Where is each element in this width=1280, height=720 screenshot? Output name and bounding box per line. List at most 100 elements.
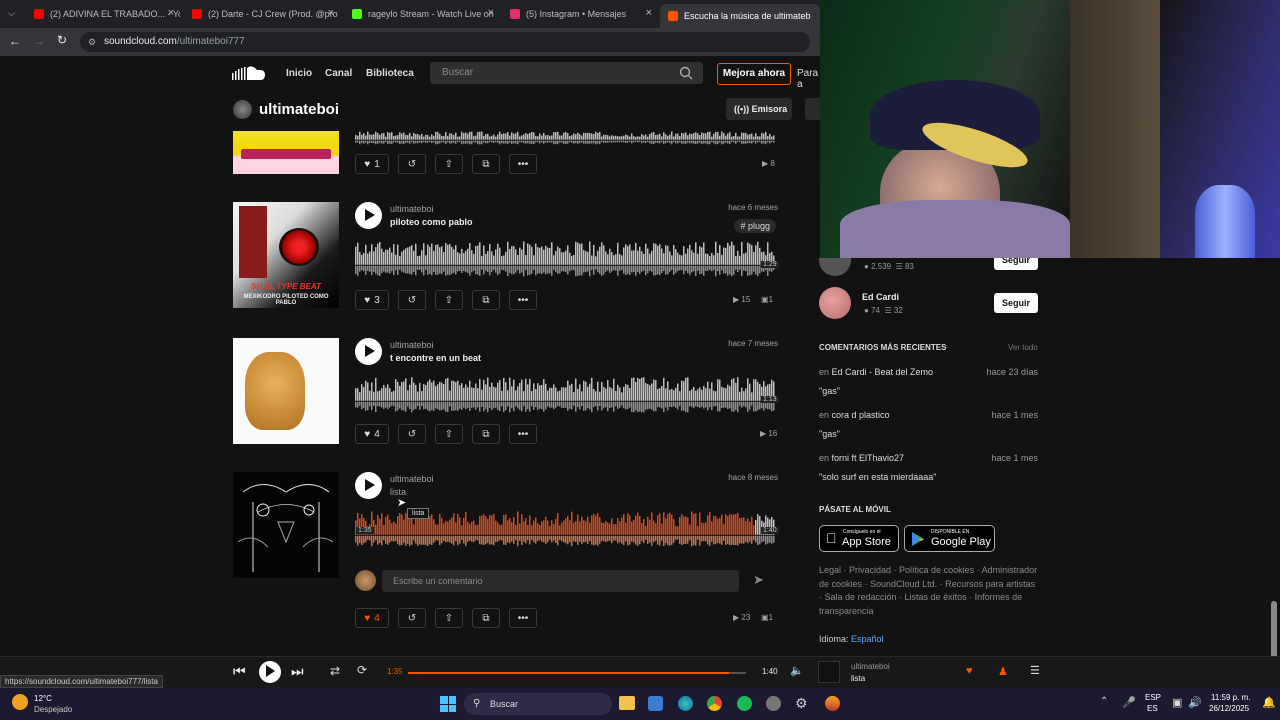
send-icon[interactable]: ➤: [753, 572, 764, 588]
close-icon[interactable]: ×: [488, 7, 494, 19]
close-icon[interactable]: ×: [328, 7, 334, 19]
like-button-active[interactable]: ♥ 4: [355, 608, 389, 628]
weather-temp[interactable]: 12°C: [34, 694, 52, 703]
comment-input[interactable]: Escribe un comentario: [382, 570, 739, 592]
comment-track[interactable]: en forni ft ElThavio27: [819, 453, 904, 463]
now-playing-title[interactable]: lista: [851, 674, 865, 683]
tab-instagram[interactable]: (5) Instagram • Mensajes ×: [502, 4, 658, 24]
more-button[interactable]: •••: [509, 154, 537, 174]
clock-date[interactable]: 26/12/2025: [1209, 704, 1249, 713]
comment-track-name[interactable]: forni ft ElThavio27: [832, 453, 905, 463]
upgrade-button[interactable]: Mejora ahora: [717, 63, 791, 85]
copy-link-button[interactable]: ⧉: [472, 154, 500, 174]
suggested-avatar[interactable]: [819, 287, 851, 319]
soundcloud-logo-icon[interactable]: [232, 65, 266, 81]
footer-links[interactable]: Legal · Privacidad · Política de cookies…: [819, 564, 1039, 618]
waveform[interactable]: [355, 376, 775, 416]
suggested-name[interactable]: Ed Cardi: [862, 292, 899, 302]
follow-artist-icon[interactable]: ♟: [998, 665, 1008, 678]
share-button[interactable]: ⇧: [435, 424, 463, 444]
url-field[interactable]: ⚙ soundcloud.com/ultimateboi777: [80, 32, 810, 52]
notification-icon[interactable]: 🔔: [1262, 696, 1276, 709]
microphone-icon[interactable]: 🎤: [1122, 696, 1136, 709]
language-link[interactable]: Español: [851, 634, 884, 644]
profile-avatar[interactable]: [233, 100, 252, 119]
waveform-partial[interactable]: [355, 131, 775, 145]
nav-biblioteca[interactable]: Biblioteca: [366, 68, 414, 79]
chrome-icon[interactable]: [707, 696, 722, 711]
weather-desc[interactable]: Despejado: [34, 705, 72, 714]
store-icon[interactable]: [648, 696, 663, 711]
network-icon[interactable]: ▣: [1172, 696, 1182, 709]
close-icon[interactable]: ×: [168, 7, 174, 19]
next-icon[interactable]: ⏭: [291, 663, 304, 680]
app-icon[interactable]: [825, 696, 840, 711]
google-play-button[interactable]: DISPONIBLE EN Google Play: [904, 525, 995, 552]
queue-icon[interactable]: ☰: [1030, 664, 1040, 677]
like-current-icon[interactable]: ♥: [966, 665, 973, 677]
edge-icon[interactable]: [678, 696, 693, 711]
tab-search-chevron-icon[interactable]: ⌵: [8, 8, 15, 19]
repost-button[interactable]: ↺: [398, 154, 426, 174]
tray-chevron-icon[interactable]: ⌃: [1100, 696, 1108, 707]
shuffle-icon[interactable]: ⇄: [330, 664, 340, 678]
tab-kick[interactable]: rageylo Stream - Watch Live on ×: [344, 4, 500, 24]
nav-more[interactable]: Para a: [797, 68, 820, 90]
now-playing-artist[interactable]: ultimateboi: [851, 662, 890, 671]
taskbar-search[interactable]: ⚲ Buscar: [464, 693, 612, 715]
back-arrow-icon[interactable]: ←: [9, 34, 21, 48]
comment-track[interactable]: en cora d plastico: [819, 410, 890, 420]
track-artwork[interactable]: SH EL TYPE BEAT MEXIKODRO PILOTED COMO P…: [233, 202, 339, 308]
share-button[interactable]: ⇧: [435, 154, 463, 174]
comment-track-name[interactable]: cora d plastico: [832, 410, 890, 420]
repost-button[interactable]: ↺: [398, 608, 426, 628]
station-button[interactable]: ((•)) Emisora: [726, 98, 792, 120]
repost-button[interactable]: ↺: [398, 424, 426, 444]
weather-icon[interactable]: [12, 694, 28, 710]
search-icon[interactable]: [679, 66, 693, 80]
comment-track[interactable]: en Ed Cardi - Beat del Zemo: [819, 367, 933, 377]
nav-inicio[interactable]: Inicio: [286, 68, 312, 79]
lang-primary[interactable]: ESP: [1145, 693, 1161, 702]
more-button[interactable]: •••: [509, 608, 537, 628]
tab-youtube-1[interactable]: (2) ADIVINA EL TRABADO... - Yo ×: [26, 4, 180, 24]
tab-youtube-2[interactable]: (2) Darte - CJ Crew (Prod. @pro ×: [184, 4, 340, 24]
repeat-icon[interactable]: ⟳: [357, 663, 367, 677]
previous-icon[interactable]: ⏮: [233, 663, 246, 680]
now-playing-art[interactable]: [818, 661, 840, 683]
nav-canal[interactable]: Canal: [325, 68, 352, 79]
forward-arrow-icon[interactable]: →: [33, 34, 45, 48]
track-artwork[interactable]: [233, 338, 339, 444]
comment-track-name[interactable]: Ed Cardi - Beat del Zemo: [832, 367, 934, 377]
follow-profile-button[interactable]: [805, 98, 820, 120]
track-art-partial[interactable]: [233, 131, 339, 174]
close-icon[interactable]: ×: [646, 7, 652, 19]
lang-secondary[interactable]: ES: [1147, 704, 1158, 713]
file-explorer-icon[interactable]: [619, 696, 635, 710]
like-button[interactable]: ♥ 4: [355, 424, 389, 444]
clock-time[interactable]: 11:59 p. m.: [1211, 693, 1250, 702]
waveform[interactable]: [355, 240, 775, 280]
app-store-button[interactable]:  Consíguelo en el App Store: [819, 525, 899, 552]
copy-link-button[interactable]: ⧉: [472, 608, 500, 628]
track-title[interactable]: t encontre en un beat: [390, 353, 481, 363]
track-title[interactable]: piloteo como pablo: [390, 217, 473, 227]
share-button[interactable]: ⇧: [435, 290, 463, 310]
track-user[interactable]: ultimateboi: [390, 340, 434, 350]
track-user[interactable]: ultimateboi: [390, 474, 434, 484]
track-user[interactable]: ultimateboi: [390, 204, 434, 214]
more-button[interactable]: •••: [509, 424, 537, 444]
search-input[interactable]: Buscar: [430, 62, 703, 84]
follow-button[interactable]: Seguir: [994, 293, 1038, 313]
view-all-link[interactable]: Ver todo: [1008, 343, 1038, 352]
site-info-icon[interactable]: ⚙: [88, 32, 96, 52]
profile-name[interactable]: ultimateboi: [259, 101, 339, 118]
suggested-avatar-partial[interactable]: [819, 258, 851, 276]
spotify-icon[interactable]: [737, 696, 752, 711]
play-button[interactable]: [355, 202, 382, 229]
speaker-icon[interactable]: 🔊: [1188, 696, 1202, 709]
reload-icon[interactable]: ↻: [57, 33, 67, 47]
progress-track[interactable]: [408, 672, 746, 674]
player-play-button[interactable]: [259, 661, 281, 683]
windows-start-icon[interactable]: [440, 696, 456, 712]
